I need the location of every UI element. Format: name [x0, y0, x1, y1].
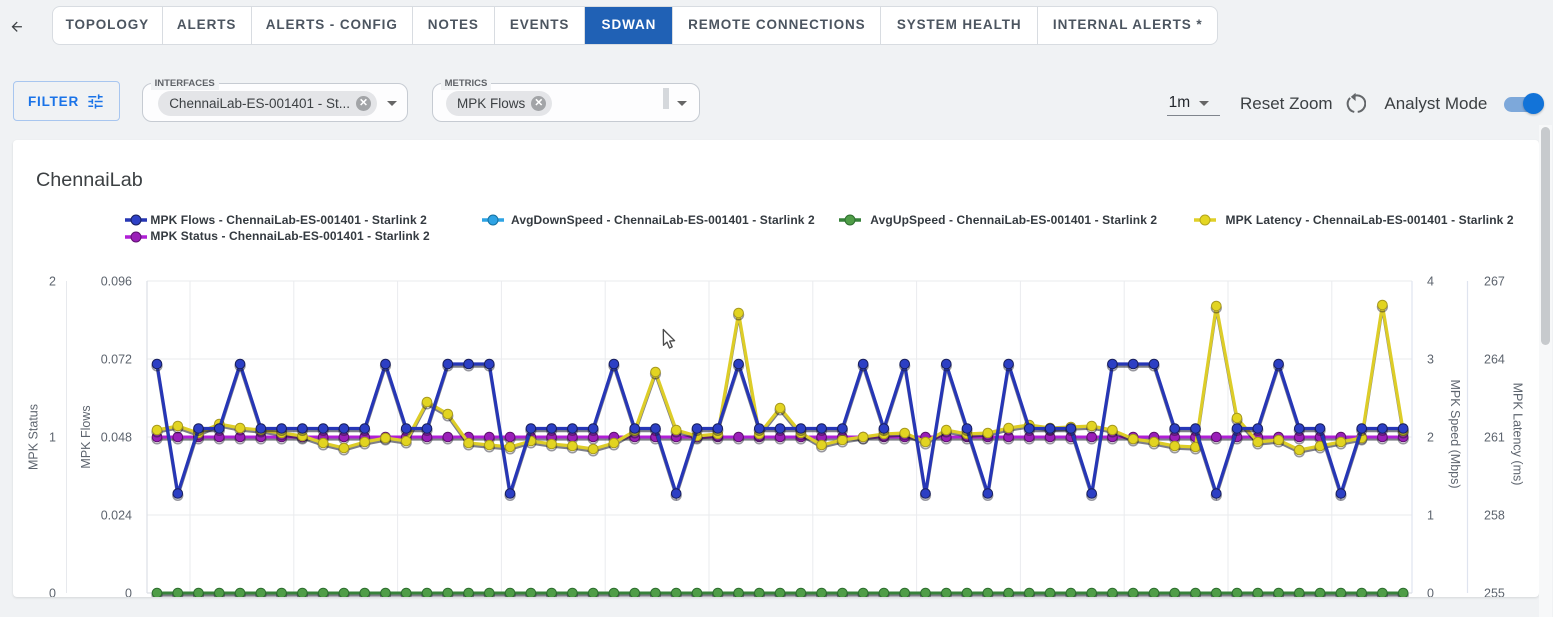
svg-text:MPK Flows: MPK Flows	[79, 405, 93, 468]
svg-text:0: 0	[49, 586, 56, 597]
svg-text:3: 3	[1427, 352, 1434, 366]
svg-text:261: 261	[1484, 430, 1505, 444]
svg-text:0.072: 0.072	[101, 352, 132, 366]
svg-text:0.096: 0.096	[101, 274, 132, 288]
svg-text:1: 1	[49, 430, 56, 444]
svg-text:0: 0	[125, 586, 132, 597]
svg-text:0.024: 0.024	[101, 508, 132, 522]
svg-text:MPK Speed (Mbps): MPK Speed (Mbps)	[1448, 379, 1462, 488]
svg-text:0.048: 0.048	[101, 430, 132, 444]
svg-text:0: 0	[1427, 586, 1434, 597]
svg-text:2: 2	[49, 274, 56, 288]
svg-text:4: 4	[1427, 274, 1434, 288]
svg-text:MPK Status: MPK Status	[27, 404, 41, 470]
svg-text:264: 264	[1484, 352, 1505, 366]
svg-text:2: 2	[1427, 430, 1434, 444]
svg-text:MPK Latency (ms): MPK Latency (ms)	[1511, 383, 1525, 486]
svg-text:1: 1	[1427, 508, 1434, 522]
svg-text:267: 267	[1484, 274, 1505, 288]
svg-text:255: 255	[1484, 586, 1505, 597]
svg-text:258: 258	[1484, 508, 1505, 522]
